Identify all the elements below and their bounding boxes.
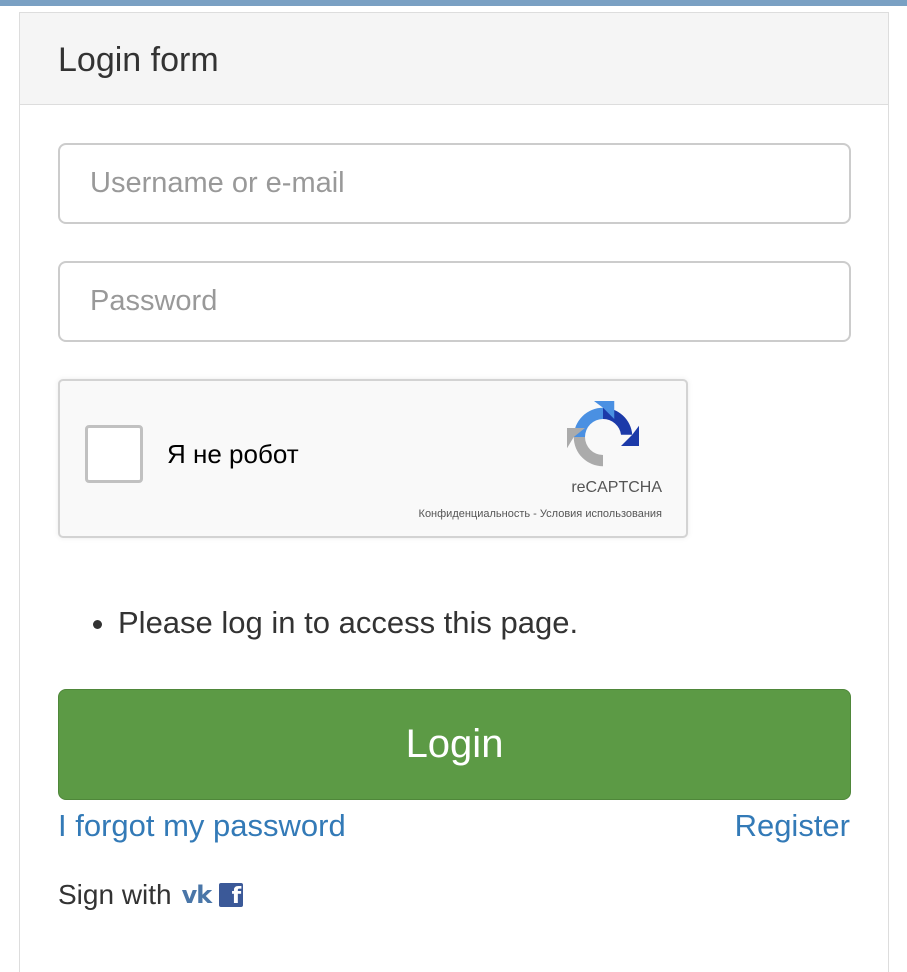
error-message: Please log in to access this page. <box>118 605 578 641</box>
login-panel: Login form Я не робот reCAPTCHA Конфиден… <box>19 12 889 972</box>
top-border-line <box>0 0 907 6</box>
error-message-list: Please log in to access this page. <box>58 605 578 641</box>
panel-title: Login form <box>58 41 219 79</box>
username-input[interactable] <box>58 143 851 224</box>
login-button[interactable]: Login <box>58 689 851 800</box>
recaptcha-label: Я не робот <box>167 439 299 469</box>
recaptcha-legal-links: Конфиденциальность - Условия использован… <box>240 508 662 520</box>
social-sign-in: Sign with vk f <box>58 879 244 911</box>
forgot-password-link[interactable]: I forgot my password <box>58 808 346 844</box>
recaptcha-link-separator: - <box>530 508 540 520</box>
sign-with-label: Sign with <box>58 879 172 910</box>
panel-heading: Login form <box>20 13 888 105</box>
facebook-icon[interactable]: f <box>219 883 244 907</box>
recaptcha-checkbox[interactable] <box>85 425 143 483</box>
recaptcha-brand-text: reCAPTCHA <box>571 479 662 496</box>
vk-icon[interactable]: vk <box>182 881 213 909</box>
password-input[interactable] <box>58 261 851 342</box>
recaptcha-widget: Я не робот reCAPTCHA Конфиденциальность … <box>58 379 688 538</box>
recaptcha-terms-link[interactable]: Условия использования <box>540 508 662 520</box>
recaptcha-logo-icon <box>567 401 639 467</box>
recaptcha-privacy-link[interactable]: Конфиденциальность <box>419 508 531 520</box>
register-link[interactable]: Register <box>735 808 850 844</box>
